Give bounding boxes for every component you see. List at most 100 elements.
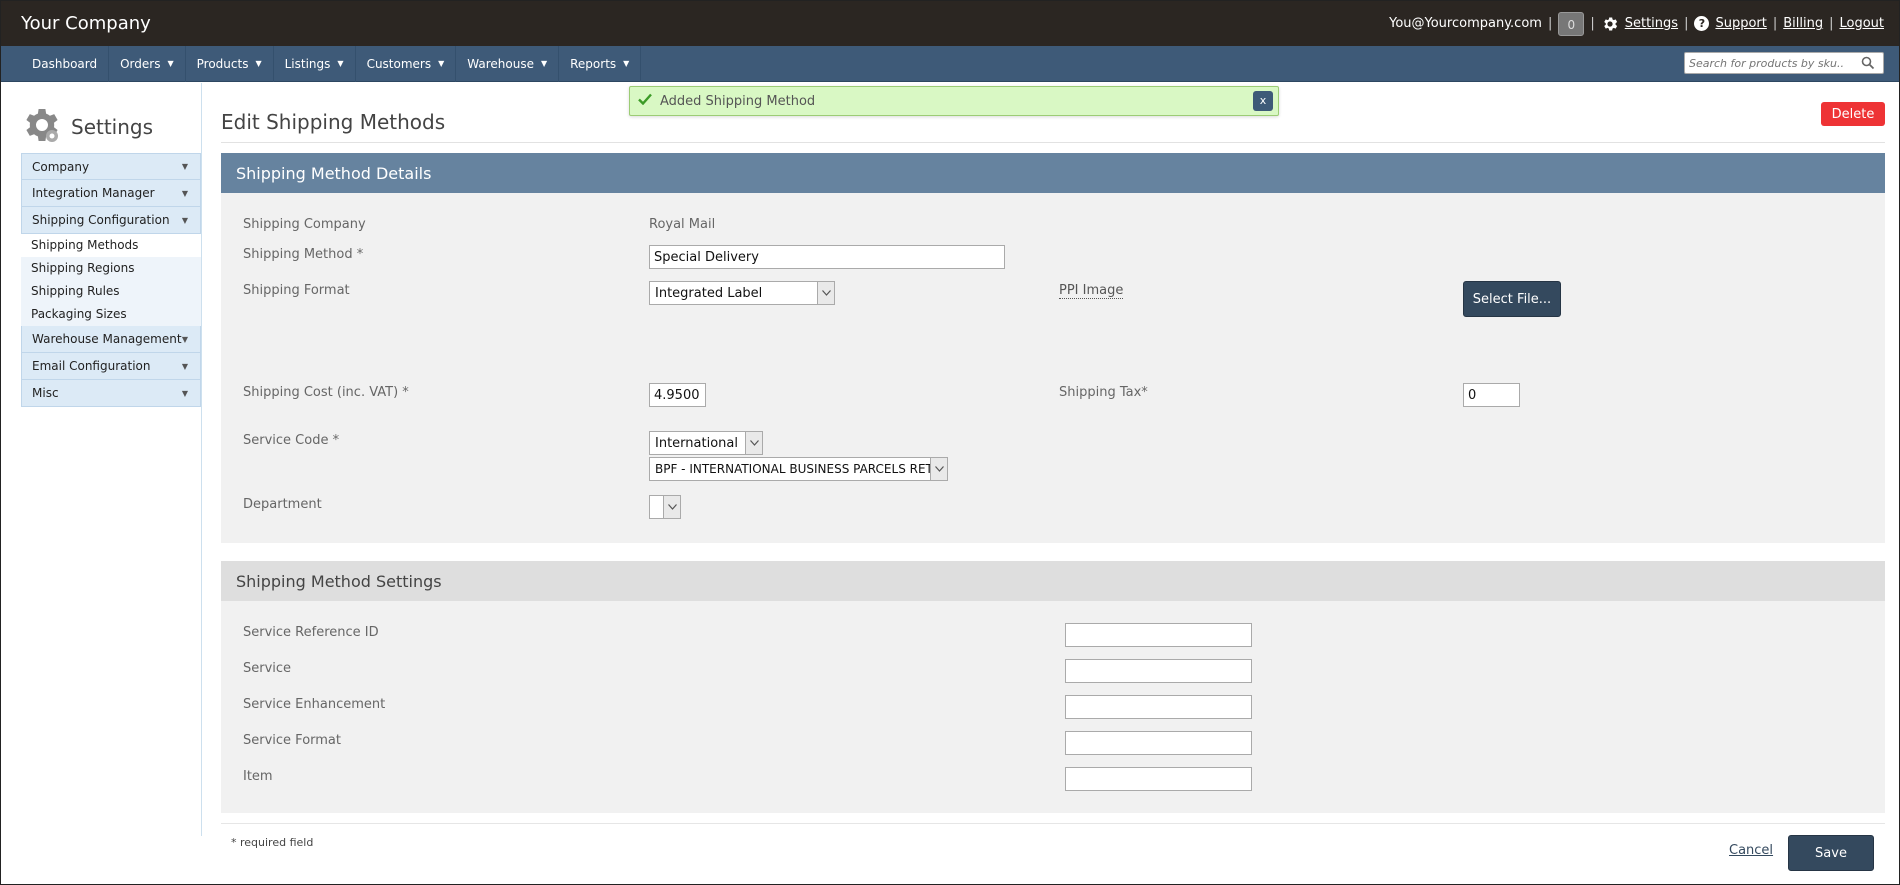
gear-icon [21,105,61,149]
nav-label: Products [196,56,249,71]
department-select[interactable] [649,495,681,519]
nav-orders[interactable]: Orders ▼ [109,45,186,82]
sidebar-item-label: Warehouse Management [32,332,182,346]
help-icon[interactable]: ? [1694,16,1710,31]
service-enhancement-label: Service Enhancement [243,697,386,712]
sidebar-item-label: Shipping Configuration [32,213,170,227]
nav-warehouse[interactable]: Warehouse ▼ [456,45,560,82]
shipping-tax-input[interactable] [1463,383,1520,407]
shipping-method-input[interactable] [649,245,1005,269]
nav-label: Warehouse [467,56,534,71]
separator: | [1684,16,1689,31]
service-format-input[interactable] [1065,731,1252,755]
service-input[interactable] [1065,659,1252,683]
caret-down-icon: ▼ [337,59,344,68]
separator: | [1547,16,1553,31]
settings-link[interactable]: Settings [1625,16,1678,31]
search-input[interactable] [1689,56,1861,70]
nav-dashboard[interactable]: Dashboard [21,45,110,82]
sidebar-item-misc[interactable]: Misc ▼ [21,380,201,407]
caret-down-icon: ▼ [181,388,188,398]
select-file-button[interactable]: Select File... [1463,281,1561,317]
service-code-label: Service Code * [243,433,340,448]
checkmark-icon [638,93,652,109]
top-bar: Your Company You@Yourcompany.com | 0 | S… [1,1,1899,46]
service-code-region-select[interactable]: International [649,431,763,455]
sidebar-item-label: Company [32,159,90,174]
shipping-submenu: Shipping Methods Shipping Regions Shippi… [21,234,201,326]
caret-down-icon: ▼ [181,162,188,171]
divider [221,823,1885,824]
panel-heading: Shipping Method Settings [221,561,1885,601]
caret-down-icon: ▼ [181,215,188,225]
separator: | [1772,16,1778,31]
save-button[interactable]: Save [1788,835,1874,871]
required-field-note: * required field [231,836,314,849]
ppi-image-label: PPI Image [1059,283,1124,299]
sidebar-item-shipping-rules[interactable]: Shipping Rules [21,280,201,303]
nav-label: Reports [570,56,617,71]
shipping-tax-label: Shipping Tax* [1059,385,1148,400]
nav-label: Customers [366,56,432,71]
gear-icon[interactable] [1601,15,1619,33]
sidebar-item-label: Email Configuration [32,359,151,373]
sidebar-item-company[interactable]: Company ▼ [21,153,201,180]
service-reference-id-label: Service Reference ID [243,625,379,640]
separator: | [1829,16,1834,31]
shipping-cost-label: Shipping Cost (inc. VAT) * [243,385,409,400]
notifications-badge[interactable]: 0 [1558,11,1585,36]
account-links: You@Yourcompany.com | 0 | Settings | ? S… [1389,11,1884,36]
service-reference-id-input[interactable] [1065,623,1252,647]
item-input[interactable] [1065,767,1252,791]
select-value: BPF - INTERNATIONAL BUSINESS PARCELS RET… [655,462,948,476]
product-search [1684,52,1884,74]
sidebar-item-shipping-regions[interactable]: Shipping Regions [21,257,201,280]
select-value: International [655,435,738,451]
alert-message: Added Shipping Method [660,93,816,109]
user-email: You@Yourcompany.com [1389,16,1542,31]
main-nav: Dashboard Orders ▼ Products ▼ Listings ▼ Cu… [1,45,1899,82]
nav-label: Dashboard [32,56,98,71]
sidebar-item-integration-manager[interactable]: Integration Manager ▼ [21,180,201,207]
service-format-label: Service Format [243,733,341,748]
caret-down-icon: ▼ [623,59,630,68]
sidebar-item-shipping-configuration[interactable]: Shipping Configuration ▼ [21,207,201,234]
success-alert: Added Shipping Method x [629,86,1279,116]
service-enhancement-input[interactable] [1065,695,1252,719]
logout-link[interactable]: Logout [1839,16,1884,31]
nav-listings[interactable]: Listings ▼ [274,45,356,82]
brand-name: Your Company [21,13,151,34]
cancel-link[interactable]: Cancel [1729,843,1773,858]
caret-down-icon: ▼ [167,59,174,68]
sidebar-item-shipping-methods[interactable]: Shipping Methods [21,234,201,257]
shipping-company-value: Royal Mail [649,217,716,232]
sidebar-item-warehouse-management[interactable]: Warehouse Management ▼ [21,326,201,353]
sidebar-menu: Company ▼ Integration Manager ▼ Shipping C… [21,153,201,407]
caret-down-icon: ▼ [181,334,188,344]
shipping-cost-input[interactable] [649,383,706,407]
caret-down-icon: ▼ [255,59,262,68]
item-label: Item [243,769,273,784]
support-link[interactable]: Support [1715,16,1766,31]
delete-button[interactable]: Delete [1821,102,1885,126]
sidebar-item-email-configuration[interactable]: Email Configuration ▼ [21,353,201,380]
nav-label: Listings [284,56,331,71]
nav-products[interactable]: Products ▼ [186,45,274,82]
sidebar-title-text: Settings [71,115,154,139]
chevron-down-icon [663,496,680,518]
billing-link[interactable]: Billing [1783,16,1823,31]
nav-reports[interactable]: Reports ▼ [559,45,642,82]
shipping-method-details-panel: Shipping Method Details Shipping Company… [221,153,1885,543]
sidebar-item-label: Misc [32,386,59,400]
caret-down-icon: ▼ [181,361,188,371]
shipping-method-label: Shipping Method * [243,247,364,262]
nav-customers[interactable]: Customers ▼ [356,45,457,82]
sidebar-item-packaging-sizes[interactable]: Packaging Sizes [21,303,201,326]
separator: | [1590,16,1595,31]
nav-label: Orders [120,56,161,71]
close-icon[interactable]: x [1253,91,1273,111]
service-code-select[interactable]: BPF - INTERNATIONAL BUSINESS PARCELS RET… [649,457,948,481]
search-icon[interactable] [1861,56,1875,70]
sidebar-title: Settings [21,105,153,149]
shipping-format-select[interactable]: Integrated Label [649,281,835,305]
